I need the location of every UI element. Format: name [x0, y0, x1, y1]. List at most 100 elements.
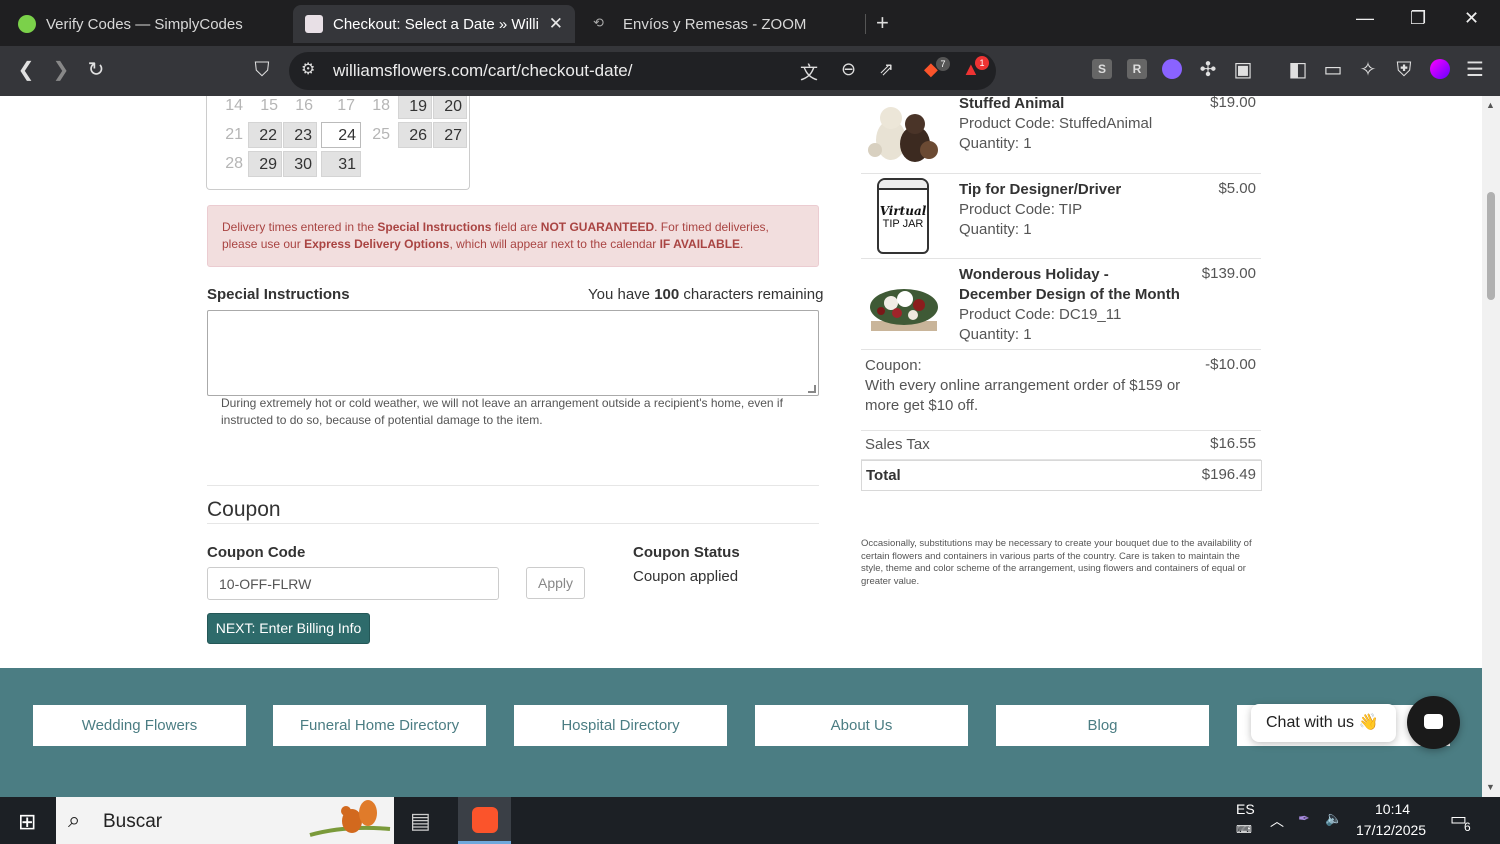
search-placeholder: Buscar — [103, 811, 163, 832]
scroll-thumb[interactable] — [1487, 192, 1495, 300]
extension-r-icon[interactable]: R — [1127, 59, 1147, 79]
pen-icon[interactable]: ✒ — [1298, 810, 1310, 827]
zoom-out-icon[interactable]: ⊖ — [841, 59, 856, 80]
tab-title: Checkout: Select a Date » William — [333, 15, 538, 33]
clock-date[interactable]: 17/12/2025 — [1356, 822, 1426, 838]
divider — [207, 523, 819, 524]
new-tab-button[interactable]: + — [876, 10, 889, 36]
coupon-status-label: Coupon Status — [633, 544, 740, 561]
checkout-page: 14 15 16 17 18 19 20 21 22 23 24 25 26 2… — [0, 96, 1482, 797]
apply-coupon-button[interactable]: Apply — [526, 567, 585, 599]
waving-hand-icon: 👋 — [1358, 714, 1379, 731]
restore-icon[interactable]: ❐ — [1410, 8, 1426, 29]
screenshot-icon[interactable]: ▣ — [1229, 56, 1257, 84]
zoom-favicon-icon: ⟲ — [593, 15, 604, 30]
footer-link-wedding-flowers[interactable]: Wedding Flowers — [33, 705, 246, 746]
alert-text: Delivery times entered in the — [222, 220, 378, 234]
extensions-puzzle-icon[interactable]: ✣ — [1194, 56, 1222, 84]
sidebar-icon[interactable]: ◧ — [1284, 56, 1312, 84]
characters-remaining: You have 100 characters remaining — [588, 286, 823, 303]
site-settings-icon[interactable]: ⚙ — [301, 59, 315, 79]
calendar-day: 18 — [372, 97, 390, 114]
next-billing-button[interactable]: NEXT: Enter Billing Info — [207, 613, 370, 644]
tab-checkout[interactable]: Checkout: Select a Date » William ✕ — [293, 5, 575, 43]
calendar-day[interactable]: 19 — [398, 96, 432, 119]
wallet-icon[interactable]: ▭ — [1319, 56, 1347, 84]
language-indicator[interactable]: ES — [1236, 801, 1255, 817]
weather-help-text: During extremely hot or cold weather, we… — [221, 396, 783, 427]
cart-item-row: Virtual TIP JAR Tip for Designer/Driver … — [861, 174, 1261, 259]
calendar-day: 14 — [225, 97, 243, 114]
footer-link-blog[interactable]: Blog — [996, 705, 1209, 746]
bookmark-icon[interactable]: ⛉ — [248, 56, 276, 84]
calendar-day: 25 — [372, 126, 390, 143]
profile-avatar-icon[interactable] — [1430, 59, 1450, 79]
vpn-icon[interactable]: ⛨ — [1390, 56, 1418, 84]
extension-s-icon[interactable]: S — [1092, 59, 1112, 79]
share-icon[interactable]: ⇗ — [879, 59, 894, 80]
delivery-date-calendar: 14 15 16 17 18 19 20 21 22 23 24 25 26 2… — [206, 96, 470, 190]
coupon-code-input[interactable]: 10-OFF-FLRW — [207, 567, 499, 600]
translate-icon[interactable]: 文 — [800, 59, 818, 85]
menu-icon[interactable]: ☰ — [1461, 56, 1489, 84]
tray-overflow-icon[interactable]: ︿ — [1270, 811, 1284, 831]
calendar-day[interactable]: 23 — [283, 122, 317, 148]
resize-handle-icon[interactable] — [808, 385, 816, 393]
teddy-bears-image — [868, 107, 938, 162]
calendar-day[interactable]: 22 — [248, 122, 282, 148]
item-name: Wonderous Holiday - December Design of t… — [959, 266, 1180, 303]
footer-link-funeral-home-directory[interactable]: Funeral Home Directory — [273, 705, 486, 746]
volume-icon[interactable]: 🔈 — [1325, 810, 1342, 827]
taskbar-search[interactable]: ⌕ Buscar — [56, 797, 394, 844]
back-icon[interactable]: ❮ — [12, 56, 40, 84]
item-quantity: Quantity: 1 — [959, 221, 1032, 238]
address-bar[interactable]: ⚙ williamsflowers.com/cart/checkout-date… — [289, 52, 996, 90]
calendar-day: 16 — [295, 97, 313, 114]
calendar-day[interactable]: 31 — [321, 151, 361, 177]
tab-title: Verify Codes — SimplyCodes — [46, 15, 243, 33]
coupon-label: Coupon: — [865, 357, 922, 374]
calendar-day[interactable]: 20 — [433, 96, 467, 119]
tip-jar-image: Virtual TIP JAR — [877, 178, 929, 254]
minimize-icon[interactable]: — — [1356, 8, 1374, 29]
tab-separator — [865, 14, 866, 34]
footer-link-hospital-directory[interactable]: Hospital Directory — [514, 705, 727, 746]
page-scrollbar[interactable]: ▲ ▼ — [1482, 96, 1500, 797]
calendar-day[interactable]: 27 — [433, 122, 467, 148]
url-text[interactable]: williamsflowers.com/cart/checkout-date/ — [333, 61, 632, 81]
calendar-day[interactable]: 30 — [283, 151, 317, 177]
sales-tax-label: Sales Tax — [865, 436, 930, 453]
remaining-suffix: characters remaining — [679, 286, 824, 303]
keyboard-icon[interactable]: ⌨ — [1236, 823, 1252, 836]
clock-time[interactable]: 10:14 — [1375, 801, 1410, 817]
close-tab-icon[interactable]: ✕ — [549, 14, 563, 34]
windows-start-icon[interactable]: ⊞ — [18, 809, 36, 835]
item-quantity: Quantity: 1 — [959, 135, 1032, 152]
calendar-day[interactable]: 29 — [248, 151, 282, 177]
forward-icon[interactable]: ❯ — [47, 56, 75, 84]
scroll-down-icon[interactable]: ▼ — [1486, 782, 1495, 792]
special-instructions-textarea[interactable] — [207, 310, 819, 396]
calendar-day[interactable]: 26 — [398, 122, 432, 148]
leo-ai-icon[interactable]: ✧ — [1354, 56, 1382, 84]
taskbar-brave-app[interactable] — [458, 797, 511, 844]
close-window-icon[interactable]: ✕ — [1464, 8, 1479, 29]
windows-taskbar: ⊞ ⌕ Buscar ▤ ES ⌨ ︿ ✒ 🔈 10:14 17/12/2025… — [0, 797, 1500, 844]
tab-zoom[interactable]: ⟲ Envíos y Remesas - ZOOM — [581, 5, 865, 43]
divider — [207, 485, 819, 486]
footer-link-about-us[interactable]: About Us — [755, 705, 968, 746]
holiday-arrangement-image — [870, 289, 938, 331]
calendar-day-selected[interactable]: 24 — [321, 122, 361, 148]
reload-icon[interactable]: ↻ — [82, 56, 110, 84]
scroll-up-icon[interactable]: ▲ — [1486, 100, 1495, 110]
simplycodes-favicon-icon — [18, 15, 36, 33]
chat-prompt-bubble[interactable]: Chat with us 👋 — [1251, 704, 1396, 742]
brave-browser-icon — [472, 807, 498, 833]
tab-simplycodes[interactable]: Verify Codes — SimplyCodes — [6, 5, 290, 43]
item-price: $139.00 — [1201, 265, 1256, 282]
extension-purple-icon[interactable] — [1162, 59, 1182, 79]
browser-toolbar: ❮ ❯ ↻ ⛉ ⚙ williamsflowers.com/cart/check… — [0, 46, 1500, 96]
task-view-icon[interactable]: ▤ — [410, 808, 431, 834]
chat-launcher-button[interactable] — [1407, 696, 1460, 749]
cart-item-row: Stuffed Animal Product Code: StuffedAnim… — [861, 96, 1261, 174]
